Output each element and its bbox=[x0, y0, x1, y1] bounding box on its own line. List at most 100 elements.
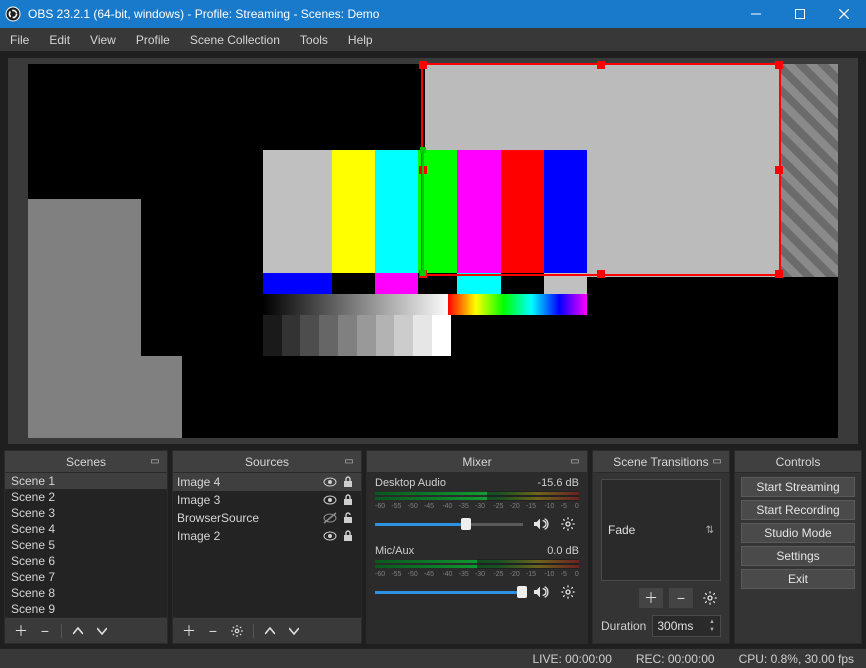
gear-icon[interactable] bbox=[557, 513, 579, 535]
source-label: Image 4 bbox=[177, 475, 321, 489]
selection-green-edge bbox=[422, 150, 424, 273]
transition-type-value: Fade bbox=[608, 523, 635, 537]
audio-meter bbox=[375, 559, 579, 569]
source-item[interactable]: BrowserSource bbox=[173, 509, 361, 527]
selection-handle-tr[interactable] bbox=[775, 61, 783, 69]
audio-meter bbox=[375, 491, 579, 501]
studio-mode-button[interactable]: Studio Mode bbox=[741, 523, 855, 543]
mixer-body: Desktop Audio -15.6 dB -60-55-50-45 -40-… bbox=[367, 473, 587, 643]
obs-logo-icon bbox=[0, 0, 26, 28]
menu-file[interactable]: File bbox=[0, 28, 39, 51]
scene-item[interactable]: Scene 1 bbox=[5, 473, 167, 489]
scene-item[interactable]: Scene 6 bbox=[5, 553, 167, 569]
title-bar: OBS 23.2.1 (64-bit, windows) - Profile: … bbox=[0, 0, 866, 28]
preview-crop-hatch bbox=[781, 64, 838, 277]
remove-transition-button[interactable]: − bbox=[669, 588, 693, 608]
speaker-icon[interactable] bbox=[529, 513, 551, 535]
scene-item[interactable]: Scene 8 bbox=[5, 585, 167, 601]
unlock-icon[interactable] bbox=[339, 510, 357, 526]
menu-profile[interactable]: Profile bbox=[126, 28, 180, 51]
source-item[interactable]: Image 4 bbox=[173, 473, 361, 491]
selection-handle-bm[interactable] bbox=[597, 270, 605, 278]
menu-edit[interactable]: Edit bbox=[39, 28, 80, 51]
scenes-title-label: Scenes bbox=[66, 455, 106, 469]
move-source-up-button[interactable] bbox=[258, 621, 282, 641]
preview-canvas[interactable] bbox=[28, 64, 838, 438]
remove-source-button[interactable]: − bbox=[201, 621, 225, 641]
mixer-panel-title: Mixer ▭ bbox=[367, 451, 587, 473]
volume-slider[interactable] bbox=[375, 517, 523, 531]
source-properties-button[interactable] bbox=[225, 621, 249, 641]
selection-handle-br[interactable] bbox=[775, 270, 783, 278]
detach-icon[interactable]: ▭ bbox=[709, 453, 725, 469]
eye-icon[interactable] bbox=[321, 492, 339, 508]
status-bar: LIVE: 00:00:00 REC: 00:00:00 CPU: 0.8%, … bbox=[0, 648, 866, 668]
transition-type-select[interactable]: Fade ⇅ bbox=[601, 479, 721, 581]
scene-item[interactable]: Scene 7 bbox=[5, 569, 167, 585]
scene-item[interactable]: Scene 3 bbox=[5, 505, 167, 521]
selection-green-handle-top[interactable] bbox=[420, 147, 426, 153]
scene-item[interactable]: Scene 2 bbox=[5, 489, 167, 505]
status-rec: REC: 00:00:00 bbox=[636, 652, 715, 666]
scenes-list[interactable]: Scene 1 Scene 2 Scene 3 Scene 4 Scene 5 … bbox=[5, 473, 167, 617]
eye-icon[interactable] bbox=[321, 528, 339, 544]
speaker-icon[interactable] bbox=[529, 581, 551, 603]
detach-icon[interactable]: ▭ bbox=[567, 453, 583, 469]
scene-item[interactable]: Scene 9 bbox=[5, 601, 167, 617]
selection-outline[interactable] bbox=[421, 63, 781, 276]
gear-icon[interactable] bbox=[557, 581, 579, 603]
maximize-button[interactable] bbox=[778, 0, 822, 28]
sources-list[interactable]: Image 4 Image 3 BrowserSource Image 2 bbox=[173, 473, 361, 617]
scene-item[interactable]: Scene 5 bbox=[5, 537, 167, 553]
stepper-up-icon[interactable]: ▲ bbox=[706, 618, 718, 626]
transitions-panel: Scene Transitions ▭ Fade ⇅ ＋ − Duration … bbox=[592, 450, 730, 644]
add-scene-button[interactable]: ＋ bbox=[9, 621, 33, 641]
add-source-button[interactable]: ＋ bbox=[177, 621, 201, 641]
move-source-down-button[interactable] bbox=[282, 621, 306, 641]
channel-name: Mic/Aux bbox=[375, 545, 414, 557]
start-streaming-button[interactable]: Start Streaming bbox=[741, 477, 855, 497]
channel-name: Desktop Audio bbox=[375, 477, 446, 489]
chevron-updown-icon: ⇅ bbox=[706, 525, 714, 536]
settings-button[interactable]: Settings bbox=[741, 546, 855, 566]
move-scene-up-button[interactable] bbox=[66, 621, 90, 641]
channel-db: -15.6 dB bbox=[537, 477, 579, 489]
gear-icon[interactable] bbox=[699, 587, 721, 609]
status-cpu: CPU: 0.8%, 30.00 fps bbox=[739, 652, 854, 666]
source-item[interactable]: Image 2 bbox=[173, 527, 361, 545]
selection-green-handle-bot[interactable] bbox=[420, 270, 426, 276]
mixer-channel-desktop-audio: Desktop Audio -15.6 dB -60-55-50-45 -40-… bbox=[367, 473, 587, 541]
source-item[interactable]: Image 3 bbox=[173, 491, 361, 509]
detach-icon[interactable]: ▭ bbox=[147, 453, 163, 469]
menu-view[interactable]: View bbox=[80, 28, 126, 51]
volume-slider[interactable] bbox=[375, 585, 523, 599]
duration-value: 300ms bbox=[657, 619, 693, 633]
close-button[interactable] bbox=[822, 0, 866, 28]
controls-body: Start Streaming Start Recording Studio M… bbox=[735, 473, 861, 643]
eye-off-icon[interactable] bbox=[321, 510, 339, 526]
exit-button[interactable]: Exit bbox=[741, 569, 855, 589]
start-recording-button[interactable]: Start Recording bbox=[741, 500, 855, 520]
menu-help[interactable]: Help bbox=[338, 28, 383, 51]
controls-panel-title: Controls bbox=[735, 451, 861, 473]
duration-input[interactable]: 300ms ▲▼ bbox=[652, 615, 721, 637]
lock-icon[interactable] bbox=[339, 492, 357, 508]
selection-handle-tm[interactable] bbox=[597, 61, 605, 69]
source-label: Image 3 bbox=[177, 493, 321, 507]
detach-icon[interactable]: ▭ bbox=[341, 453, 357, 469]
eye-icon[interactable] bbox=[321, 474, 339, 490]
controls-title-label: Controls bbox=[776, 455, 821, 469]
remove-scene-button[interactable]: − bbox=[33, 621, 57, 641]
minimize-button[interactable] bbox=[734, 0, 778, 28]
menu-scene-collection[interactable]: Scene Collection bbox=[180, 28, 290, 51]
stepper-down-icon[interactable]: ▼ bbox=[706, 626, 718, 634]
move-scene-down-button[interactable] bbox=[90, 621, 114, 641]
lock-icon[interactable] bbox=[339, 474, 357, 490]
selection-handle-tl[interactable] bbox=[419, 61, 427, 69]
menu-tools[interactable]: Tools bbox=[290, 28, 338, 51]
lock-icon[interactable] bbox=[339, 528, 357, 544]
selection-handle-mr[interactable] bbox=[775, 166, 783, 174]
duration-label: Duration bbox=[601, 619, 646, 633]
scene-item[interactable]: Scene 4 bbox=[5, 521, 167, 537]
add-transition-button[interactable]: ＋ bbox=[639, 588, 663, 608]
